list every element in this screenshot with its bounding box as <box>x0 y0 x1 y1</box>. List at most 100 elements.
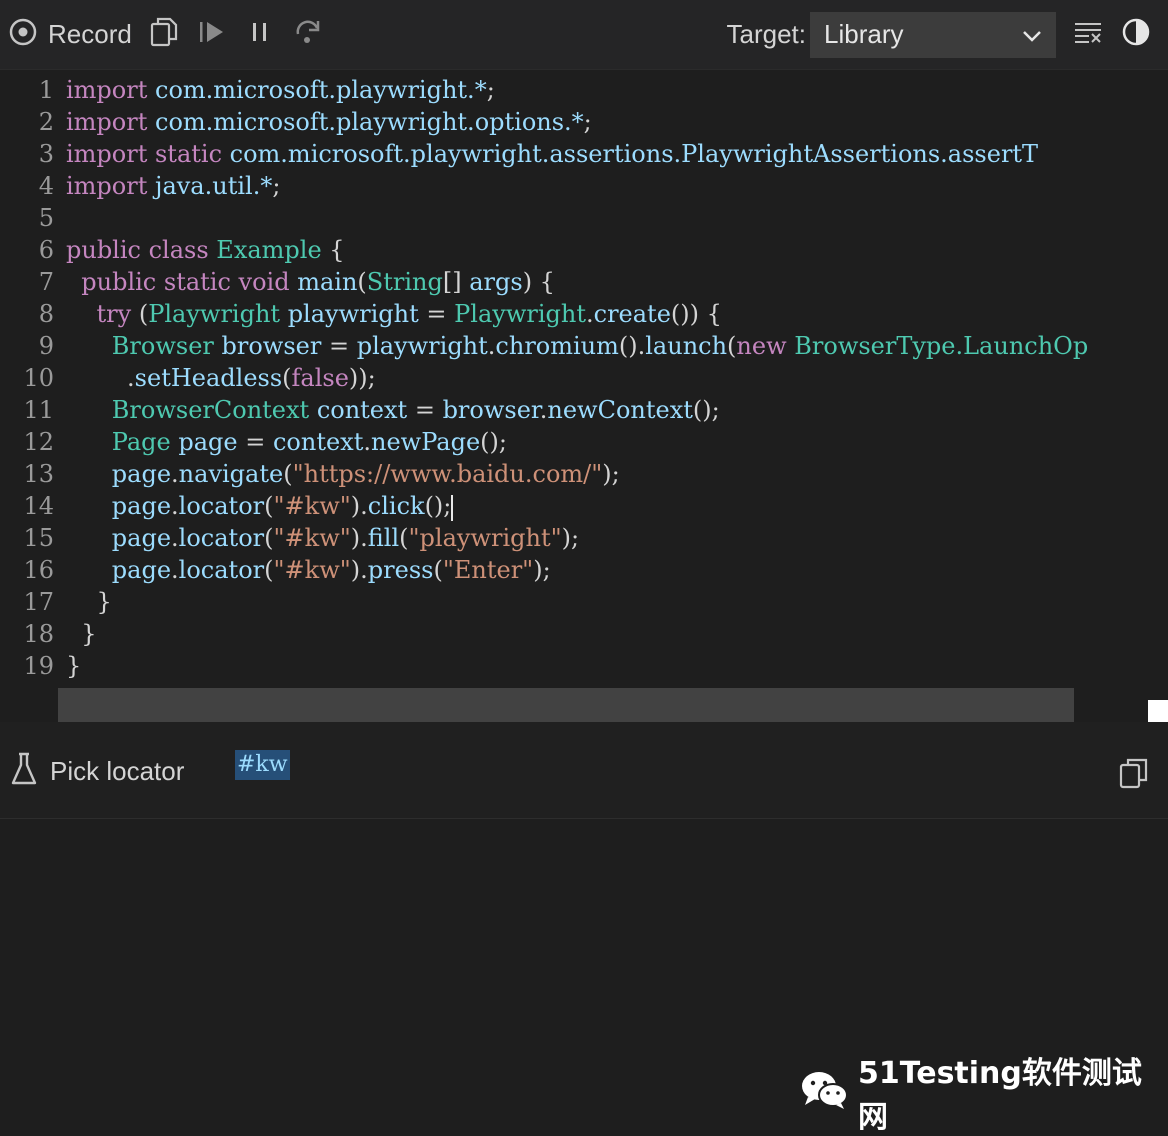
code-token: (); <box>692 396 720 424</box>
code-token: ( <box>264 492 274 520</box>
vertical-scrollbar-track[interactable] <box>1148 72 1168 702</box>
code-token: ( <box>357 268 367 296</box>
code-token: ) { <box>522 268 555 296</box>
copy-icon <box>1118 758 1150 794</box>
code-token: "#kw" <box>273 556 351 584</box>
code-token: { <box>321 236 345 264</box>
code-line: 15 page.locator("#kw").fill("playwright"… <box>0 522 1148 554</box>
target-value: Library <box>824 19 904 49</box>
code-token: ( <box>282 364 292 392</box>
code-line: 17 } <box>0 586 1148 618</box>
step-over-icon <box>293 18 323 51</box>
code-token: )); <box>348 364 376 392</box>
copy-code-button[interactable] <box>140 15 188 55</box>
code-token: page <box>111 524 172 552</box>
code-token: false <box>291 364 349 392</box>
code-token: (); <box>424 492 452 520</box>
code-editor[interactable]: 1 import com.microsoft.playwright.*; 2 impo… <box>0 72 1148 688</box>
vertical-scrollbar-thumb[interactable] <box>1148 700 1168 722</box>
code-token: ( <box>283 460 293 488</box>
code-token: . <box>66 364 135 392</box>
code-line: 16 page.locator("#kw").press("Enter"); <box>0 554 1148 586</box>
code-token: browser <box>442 396 540 424</box>
code-token: fill <box>367 524 400 552</box>
target-dropdown[interactable]: Library <box>810 11 1056 58</box>
code-text: public static void main(String[] args) { <box>66 266 555 298</box>
code-token: ). <box>350 556 368 584</box>
code-line: 18 } <box>0 618 1148 650</box>
line-number: 15 <box>23 524 54 552</box>
pause-button[interactable] <box>236 15 284 55</box>
code-line: 8 try (Playwright playwright = Playwrigh… <box>0 298 1148 330</box>
code-token: page <box>178 428 238 456</box>
copy-locator-button[interactable] <box>1118 756 1150 795</box>
clear-button[interactable] <box>1064 15 1112 55</box>
code-text: page.locator("#kw").fill("playwright"); <box>66 522 579 554</box>
code-token: ). <box>350 492 368 520</box>
code-token: ); <box>533 556 551 584</box>
code-token: Playwright <box>148 300 288 328</box>
code-token: chromium <box>495 332 619 360</box>
code-line: 7 public static void main(String[] args)… <box>0 266 1148 298</box>
code-token: ( <box>264 524 274 552</box>
code-token: com.microsoft.playwright.* <box>155 76 487 104</box>
code-line: 12 Page page = context.newPage(); <box>0 426 1148 458</box>
code-line: 2 import com.microsoft.playwright.options… <box>0 106 1148 138</box>
target-selector: Target: Library <box>727 11 1056 58</box>
copy-icon <box>149 16 179 53</box>
line-number: 12 <box>23 428 54 456</box>
code-text: import com.microsoft.playwright.*; <box>66 74 495 106</box>
code-token: page <box>111 556 172 584</box>
code-token: "#kw" <box>273 524 351 552</box>
code-text: .setHeadless(false)); <box>66 362 376 394</box>
pick-locator-button[interactable]: Pick locator <box>10 752 184 791</box>
pick-locator-label: Pick locator <box>50 756 185 786</box>
code-line: 3 import static com.microsoft.playwright.… <box>0 138 1148 170</box>
code-token: ). <box>350 524 368 552</box>
code-token: page <box>111 460 172 488</box>
theme-toggle-button[interactable] <box>1112 15 1160 55</box>
code-token: "playwright" <box>408 524 562 552</box>
code-token: } <box>66 620 97 648</box>
code-token: main <box>297 268 358 296</box>
code-text: import static com.microsoft.playwright.a… <box>66 138 1038 170</box>
locator-input[interactable]: #kw <box>235 750 290 780</box>
code-token: . <box>171 524 179 552</box>
step-over-button[interactable] <box>284 15 332 55</box>
line-number: 5 <box>38 204 54 232</box>
pause-icon <box>249 20 271 49</box>
code-token: import <box>66 76 155 104</box>
code-token: public static void <box>81 268 298 296</box>
code-token: [] <box>442 268 470 296</box>
code-token: press <box>367 556 434 584</box>
record-button[interactable]: Record <box>8 15 140 55</box>
line-number: 13 <box>23 460 54 488</box>
code-token: com.microsoft.playwright.assertions.Play… <box>229 140 1039 168</box>
horizontal-scrollbar-thumb[interactable] <box>58 688 1074 722</box>
code-token: = <box>237 428 273 456</box>
code-token: setHeadless <box>134 364 283 392</box>
code-token: (). <box>618 332 646 360</box>
code-token: . <box>171 492 179 520</box>
toolbar: Record Target: Library <box>0 0 1168 70</box>
code-line: 6 public class Example { <box>0 234 1148 266</box>
code-token: "Enter" <box>442 556 534 584</box>
line-number: 11 <box>23 396 54 424</box>
code-token: import static <box>66 140 230 168</box>
code-line: 10 .setHeadless(false)); <box>0 362 1148 394</box>
code-line: 9 Browser browser = playwright.chromium(… <box>0 330 1148 362</box>
code-text: BrowserContext context = browser.newCont… <box>66 394 720 426</box>
code-token: navigate <box>178 460 284 488</box>
code-token: ; <box>583 108 592 136</box>
watermark: 51Testing软件测试网 <box>800 1048 1168 1136</box>
clear-icon <box>1073 20 1103 49</box>
resume-button[interactable] <box>188 15 236 55</box>
code-token: try <box>96 300 139 328</box>
code-token: ); <box>602 460 620 488</box>
theme-toggle-icon <box>1121 17 1151 52</box>
code-token: launch <box>645 332 728 360</box>
